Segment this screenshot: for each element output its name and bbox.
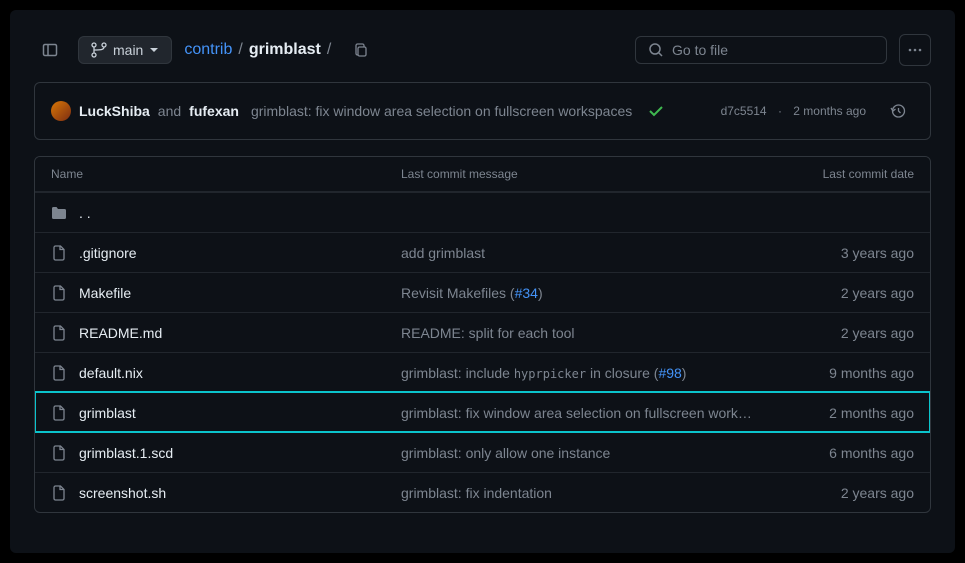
row-commit-message[interactable]: grimblast: fix indentation — [401, 485, 774, 501]
row-commit-message[interactable]: grimblast: include hyprpicker in closure… — [401, 365, 774, 381]
table-row: grimblast grimblast: fix window area sele… — [35, 392, 930, 432]
file-icon — [51, 285, 67, 301]
parent-dir-row[interactable]: . . — [35, 192, 930, 232]
commit-author[interactable]: LuckShiba — [79, 103, 150, 119]
commit-message[interactable]: grimblast: fix window area selection on … — [251, 103, 632, 119]
history-button[interactable] — [882, 95, 914, 127]
row-date: 2 years ago — [774, 485, 914, 501]
branch-selector-button[interactable]: main — [78, 36, 172, 64]
file-link[interactable]: screenshot.sh — [79, 485, 166, 501]
row-commit-message[interactable]: Revisit Makefiles (#34) — [401, 285, 774, 301]
file-icon — [51, 325, 67, 341]
table-row: .gitignore add grimblast3 years ago — [35, 232, 930, 272]
file-icon — [51, 405, 67, 421]
breadcrumb-current: grimblast — [249, 41, 321, 59]
file-search-input-wrap[interactable] — [635, 36, 887, 64]
row-commit-message[interactable]: README: split for each tool — [401, 325, 774, 341]
row-date: 9 months ago — [774, 365, 914, 381]
issue-link[interactable]: #34 — [515, 285, 538, 301]
kebab-menu-button[interactable] — [899, 34, 931, 66]
file-icon — [51, 445, 67, 461]
breadcrumb-parent-link[interactable]: contrib — [184, 41, 232, 59]
row-date: 3 years ago — [774, 245, 914, 261]
file-link[interactable]: default.nix — [79, 365, 143, 381]
avatar — [51, 101, 71, 121]
table-row: Makefile Revisit Makefiles (#34)2 years a… — [35, 272, 930, 312]
file-icon — [51, 245, 67, 261]
row-commit-message[interactable]: grimblast: fix window area selection on … — [401, 405, 774, 421]
check-icon[interactable] — [648, 103, 664, 119]
parent-dir-label[interactable]: . . — [79, 205, 91, 221]
file-link[interactable]: grimblast — [79, 405, 136, 421]
row-date: 2 years ago — [774, 285, 914, 301]
commit-author[interactable]: fufexan — [189, 103, 239, 119]
folder-icon — [51, 205, 67, 221]
file-search-input[interactable] — [672, 42, 874, 58]
copy-path-button[interactable] — [345, 34, 377, 66]
table-row: default.nix grimblast: include hyprpicker… — [35, 352, 930, 392]
latest-commit-bar: LuckShiba and fufexan grimblast: fix win… — [34, 82, 931, 140]
table-row: screenshot.sh grimblast: fix indentation2… — [35, 472, 930, 512]
header-message: Last commit message — [401, 167, 774, 181]
issue-link[interactable]: #98 — [658, 365, 681, 381]
breadcrumb: contrib / grimblast / — [184, 41, 333, 59]
row-date: 6 months ago — [774, 445, 914, 461]
table-row: grimblast.1.scd grimblast: only allow one… — [35, 432, 930, 472]
table-header: Name Last commit message Last commit dat… — [35, 157, 930, 192]
sidebar-toggle-button[interactable] — [34, 34, 66, 66]
row-date: 2 months ago — [774, 405, 914, 421]
branch-name: main — [113, 42, 143, 58]
search-icon — [648, 42, 664, 58]
row-date: 2 years ago — [774, 325, 914, 341]
row-commit-message[interactable]: grimblast: only allow one instance — [401, 445, 774, 461]
file-icon — [51, 365, 67, 381]
commit-sha[interactable]: d7c5514 — [721, 104, 767, 118]
file-icon — [51, 485, 67, 501]
file-table: Name Last commit message Last commit dat… — [34, 156, 931, 513]
file-link[interactable]: .gitignore — [79, 245, 137, 261]
table-row: README.md README: split for each tool2 ye… — [35, 312, 930, 352]
commit-date: 2 months ago — [793, 104, 866, 118]
row-commit-message[interactable]: add grimblast — [401, 245, 774, 261]
caret-down-icon — [149, 45, 159, 55]
git-branch-icon — [91, 42, 107, 58]
file-link[interactable]: grimblast.1.scd — [79, 445, 173, 461]
header-name: Name — [51, 167, 401, 181]
file-link[interactable]: README.md — [79, 325, 162, 341]
header-date: Last commit date — [774, 167, 914, 181]
file-link[interactable]: Makefile — [79, 285, 131, 301]
